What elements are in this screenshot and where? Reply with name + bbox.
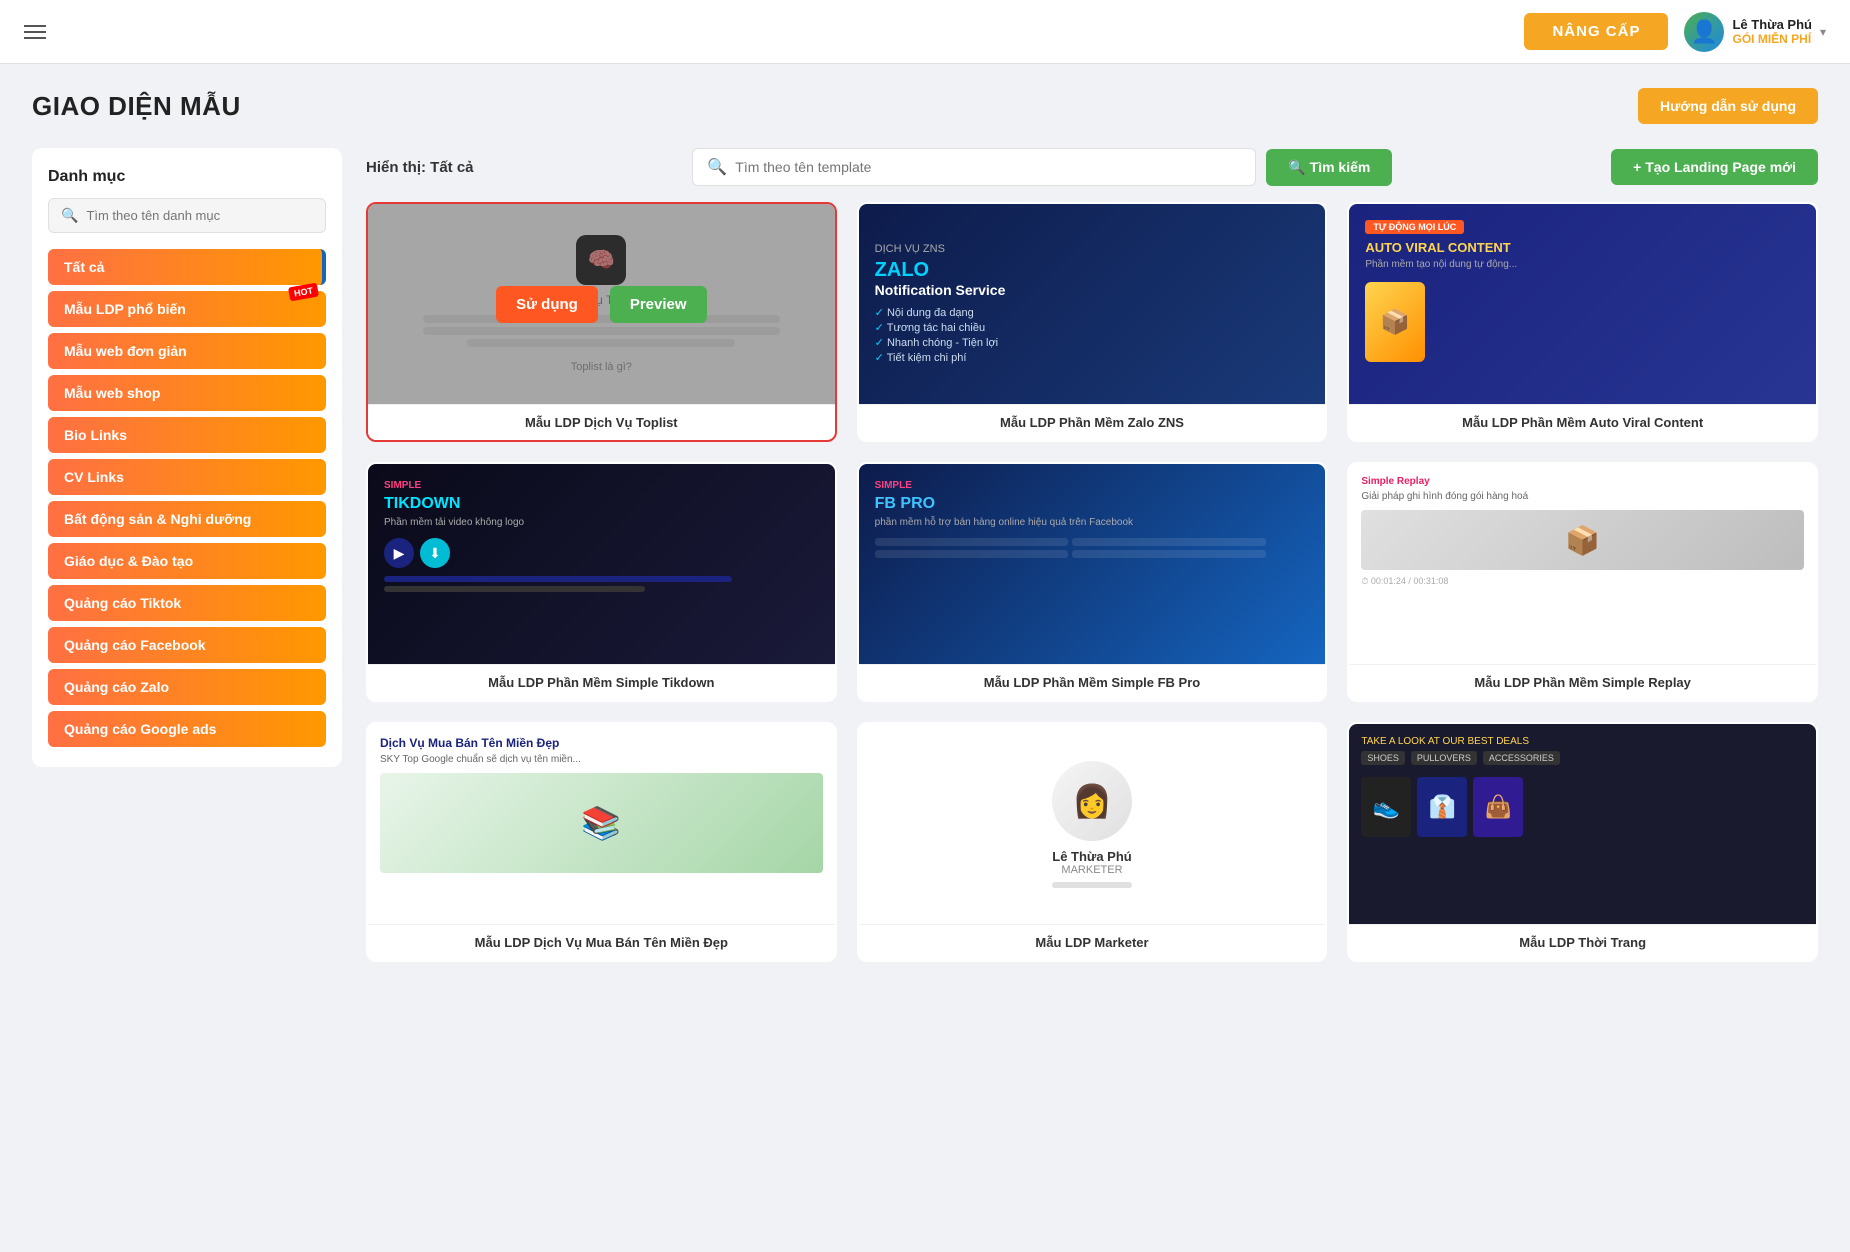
nang-cap-button[interactable]: NÂNG CẤP xyxy=(1524,13,1668,50)
sidebar-item-quang-cao-zalo[interactable]: Quảng cáo Zalo xyxy=(48,669,326,705)
sidebar-item-quang-cao-google[interactable]: Quảng cáo Google ads xyxy=(48,711,326,747)
template-grid: 🧠 Dịch vụ Toplist Toplist là gì? Sử dụng… xyxy=(366,202,1818,962)
marketer-preview-button[interactable]: Preview xyxy=(1100,806,1197,843)
filter-bar: Hiển thị: Tất cả 🔍 🔍 Tìm kiếm + Tạo Land… xyxy=(366,148,1818,186)
tikdown-use-button[interactable]: Sử dụng xyxy=(496,546,598,583)
chevron-down-icon: ▾ xyxy=(1820,25,1826,39)
zalo-card-name: Mẫu LDP Phần Mềm Zalo ZNS xyxy=(859,404,1326,440)
header-right: NÂNG CẤP 👤 Lê Thừa Phú GÓI MIỄN PHÍ ▾ xyxy=(1524,12,1826,52)
toplist-overlay: Sử dụng Preview xyxy=(368,204,835,404)
avatar: 👤 xyxy=(1684,12,1724,52)
sidebar: Danh mục 🔍 Tất cả Mẫu LDP phổ biến HOT M… xyxy=(32,148,342,767)
template-thumbnail-simplereplay: Simple Replay Giải pháp ghi hình đóng gó… xyxy=(1349,464,1816,664)
fbpro-preview-button[interactable]: Preview xyxy=(1100,546,1197,583)
sidebar-item-giao-duc[interactable]: Giáo dục & Đào tạo xyxy=(48,543,326,579)
template-card-toplist[interactable]: 🧠 Dịch vụ Toplist Toplist là gì? Sử dụng… xyxy=(366,202,837,442)
template-thumbnail-fashion: TAKE A LOOK AT OUR BEST DEALS SHOES PULL… xyxy=(1349,724,1816,924)
domain-card-name: Mẫu LDP Dịch Vụ Mua Bán Tên Miền Đẹp xyxy=(368,924,835,960)
template-thumbnail-tikdown: SIMPLE TIKDOWN Phần mềm tải video không … xyxy=(368,464,835,664)
template-card-fashion[interactable]: TAKE A LOOK AT OUR BEST DEALS SHOES PULL… xyxy=(1347,722,1818,962)
fashion-preview-button[interactable]: Preview xyxy=(1591,806,1688,843)
template-card-marketer[interactable]: 👩 Lê Thừa Phú MARKETER Sử dụng Preview M… xyxy=(857,722,1328,962)
sidebar-search-input[interactable] xyxy=(86,208,313,223)
template-card-domain[interactable]: Dịch Vụ Mua Bán Tên Miền Đẹp SKY Top Goo… xyxy=(366,722,837,962)
toplist-use-button[interactable]: Sử dụng xyxy=(496,286,598,323)
fashion-card-name: Mẫu LDP Thời Trang xyxy=(1349,924,1816,960)
toplist-card-name: Mẫu LDP Dịch Vụ Toplist xyxy=(368,404,835,440)
tikdown-card-name: Mẫu LDP Phần Mềm Simple Tikdown xyxy=(368,664,835,700)
template-card-fbpro[interactable]: SIMPLE FB PRO phần mềm hỗ trợ bán hàng o… xyxy=(857,462,1328,702)
search-icon: 🔍 xyxy=(61,207,78,224)
domain-use-button[interactable]: Sử dụng xyxy=(496,806,598,843)
autoviral-card-name: Mẫu LDP Phần Mềm Auto Viral Content xyxy=(1349,404,1816,440)
sidebar-item-mau-web-shop[interactable]: Mẫu web shop xyxy=(48,375,326,411)
sidebar-item-cv-links[interactable]: CV Links xyxy=(48,459,326,495)
fbpro-use-button[interactable]: Sử dụng xyxy=(987,546,1089,583)
page-header: GIAO DIỆN MẪU Hướng dẫn sử dụng xyxy=(32,88,1818,124)
sidebar-search-wrap: 🔍 xyxy=(48,198,326,233)
autoviral-preview-button[interactable]: Preview xyxy=(1591,286,1688,323)
template-card-autoviral[interactable]: TỰ ĐỘNG MỌI LÚC AUTO VIRAL CONTENT Phần … xyxy=(1347,202,1818,442)
header: NÂNG CẤP 👤 Lê Thừa Phú GÓI MIỄN PHÍ ▾ xyxy=(0,0,1850,64)
user-area[interactable]: 👤 Lê Thừa Phú GÓI MIỄN PHÍ ▾ xyxy=(1684,12,1826,52)
guide-button[interactable]: Hướng dẫn sử dụng xyxy=(1638,88,1818,124)
tikdown-preview-button[interactable]: Preview xyxy=(610,546,707,583)
search-icon: 🔍 xyxy=(707,157,727,177)
marketer-use-button[interactable]: Sử dụng xyxy=(987,806,1089,843)
main-content: Hiển thị: Tất cả 🔍 🔍 Tìm kiếm + Tạo Land… xyxy=(366,148,1818,962)
page-title: GIAO DIỆN MẪU xyxy=(32,91,241,122)
zalo-use-button[interactable]: Sử dụng xyxy=(987,286,1089,323)
sidebar-item-quang-cao-facebook[interactable]: Quảng cáo Facebook xyxy=(48,627,326,663)
sidebar-item-quang-cao-tiktok[interactable]: Quảng cáo Tiktok xyxy=(48,585,326,621)
search-input-wrap: 🔍 xyxy=(692,148,1256,186)
sidebar-item-tat-ca[interactable]: Tất cả xyxy=(48,249,326,285)
hamburger-menu[interactable] xyxy=(24,25,46,39)
template-search-input[interactable] xyxy=(735,159,1241,175)
template-thumbnail-toplist: 🧠 Dịch vụ Toplist Toplist là gì? Sử dụng… xyxy=(368,204,835,404)
user-plan: GÓI MIỄN PHÍ xyxy=(1732,32,1811,46)
marketer-card-name: Mẫu LDP Marketer xyxy=(859,924,1326,960)
search-button[interactable]: 🔍 Tìm kiếm xyxy=(1266,149,1392,186)
template-card-tikdown[interactable]: SIMPLE TIKDOWN Phần mềm tải video không … xyxy=(366,462,837,702)
template-card-zalo[interactable]: DỊCH VỤ ZNS ZALO Notification Service Nộ… xyxy=(857,202,1328,442)
simplereplay-card-name: Mẫu LDP Phần Mềm Simple Replay xyxy=(1349,664,1816,700)
template-card-simplereplay[interactable]: Simple Replay Giải pháp ghi hình đóng gó… xyxy=(1347,462,1818,702)
fbpro-card-name: Mẫu LDP Phần Mềm Simple FB Pro xyxy=(859,664,1326,700)
search-bar: 🔍 🔍 Tìm kiếm xyxy=(692,148,1392,186)
sidebar-title: Danh mục xyxy=(48,168,326,186)
template-thumbnail-domain: Dịch Vụ Mua Bán Tên Miền Đẹp SKY Top Goo… xyxy=(368,724,835,924)
hot-badge: HOT xyxy=(288,283,319,302)
filter-label: Hiển thị: Tất cả xyxy=(366,159,474,176)
template-thumbnail-fbpro: SIMPLE FB PRO phần mềm hỗ trợ bán hàng o… xyxy=(859,464,1326,664)
page-wrapper: GIAO DIỆN MẪU Hướng dẫn sử dụng Danh mục… xyxy=(0,64,1850,986)
simplereplay-use-button[interactable]: Sử dụng xyxy=(1477,546,1579,583)
user-name: Lê Thừa Phú xyxy=(1732,17,1811,32)
simplereplay-preview-button[interactable]: Preview xyxy=(1591,546,1688,583)
toplist-preview-button[interactable]: Preview xyxy=(610,286,707,323)
autoviral-use-button[interactable]: Sử dụng xyxy=(1477,286,1579,323)
sidebar-item-mau-web-don-gian[interactable]: Mẫu web đơn giản xyxy=(48,333,326,369)
fashion-use-button[interactable]: Sử dụng xyxy=(1477,806,1579,843)
create-landing-page-button[interactable]: + Tạo Landing Page mới xyxy=(1611,149,1818,185)
sidebar-items: Tất cả Mẫu LDP phổ biến HOT Mẫu web đơn … xyxy=(48,249,326,747)
content-area: Danh mục 🔍 Tất cả Mẫu LDP phổ biến HOT M… xyxy=(32,148,1818,962)
template-thumbnail-zalo: DỊCH VỤ ZNS ZALO Notification Service Nộ… xyxy=(859,204,1326,404)
template-thumbnail-autoviral: TỰ ĐỘNG MỌI LÚC AUTO VIRAL CONTENT Phần … xyxy=(1349,204,1816,404)
zalo-preview-button[interactable]: Preview xyxy=(1100,286,1197,323)
sidebar-item-bat-dong-san[interactable]: Bất động sản & Nghi dưỡng xyxy=(48,501,326,537)
user-info: Lê Thừa Phú GÓI MIỄN PHÍ xyxy=(1732,17,1811,46)
template-thumbnail-marketer: 👩 Lê Thừa Phú MARKETER Sử dụng Preview xyxy=(859,724,1326,924)
sidebar-item-mau-ldp-pho-bien[interactable]: Mẫu LDP phổ biến HOT xyxy=(48,291,326,327)
sidebar-item-bio-links[interactable]: Bio Links xyxy=(48,417,326,453)
domain-preview-button[interactable]: Preview xyxy=(610,806,707,843)
header-left xyxy=(24,25,46,39)
